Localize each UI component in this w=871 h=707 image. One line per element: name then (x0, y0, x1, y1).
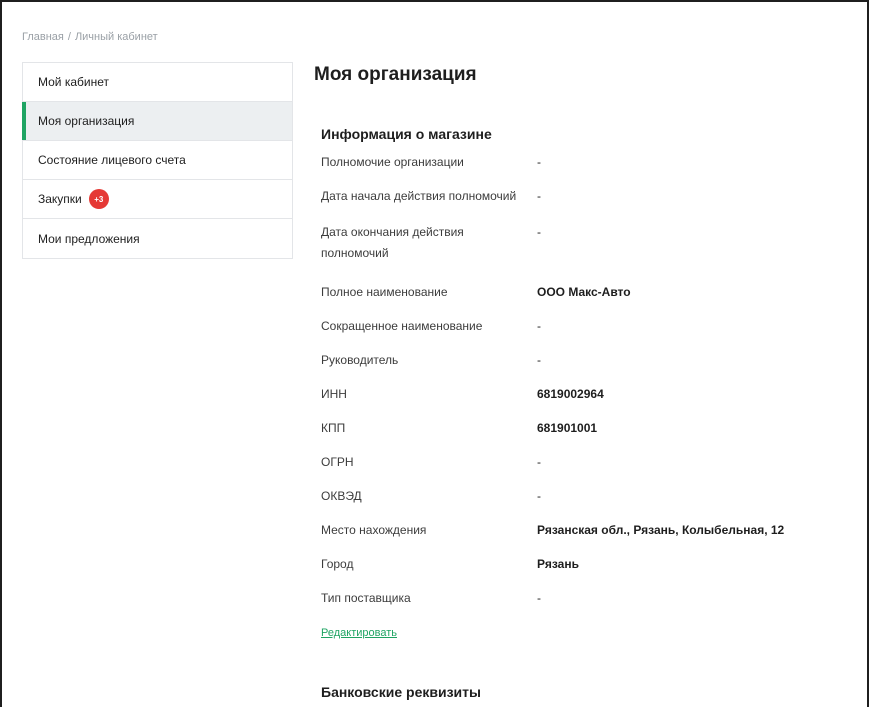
page-title: Моя организация (314, 64, 477, 85)
field-label: ОКВЭД (321, 489, 362, 503)
field-value: 681901001 (537, 421, 598, 435)
field-label: Дата начала действия полномочий (321, 189, 517, 203)
info-row: ИНН 6819002964 (321, 384, 841, 418)
field-value: - (537, 591, 541, 605)
field-value: 6819002964 (537, 387, 604, 401)
field-label: Город (321, 557, 354, 571)
sidebar-item-my-offers[interactable]: Мои предложения (23, 219, 292, 258)
info-row: КПП 681901001 (321, 418, 841, 452)
info-row: ОГРН - (321, 452, 841, 486)
store-info-list: Полномочие организации - Дата начала дей… (321, 152, 841, 622)
sidebar-item-my-cabinet[interactable]: Мой кабинет (23, 63, 292, 102)
info-row: Полное наименование ООО Макс-Авто (321, 282, 841, 316)
field-value: - (537, 489, 541, 503)
purchases-count-badge: +3 (88, 189, 109, 209)
store-info-section-title: Информация о магазине (321, 126, 492, 142)
info-row: Место нахождения Рязанская обл., Рязань,… (321, 520, 841, 554)
field-value: - (537, 189, 541, 203)
field-label: КПП (321, 421, 346, 435)
breadcrumb-home-link[interactable]: Главная (22, 31, 64, 43)
breadcrumb-separator: / (67, 31, 71, 43)
field-label: Место нахождения (321, 523, 427, 537)
sidebar-item-label: Мой кабинет (38, 75, 110, 89)
field-label: Дата окончания действия полномочий (321, 225, 464, 260)
sidebar-item-purchases[interactable]: Закупки +3 (23, 180, 292, 219)
field-label: Тип поставщика (321, 591, 411, 605)
sidebar-item-label: Состояние лицевого счета (38, 153, 186, 167)
info-row: Дата начала действия полномочий - (321, 186, 841, 220)
info-row: Дата окончания действия полномочий - (321, 220, 841, 282)
field-label: ОГРН (321, 455, 354, 469)
field-label: Руководитель (321, 353, 399, 367)
field-label: Полномочие организации (321, 155, 464, 169)
info-row: Руководитель - (321, 350, 841, 384)
field-value: Рязань (537, 557, 579, 571)
breadcrumb: Главная / Личный кабинет (22, 31, 158, 43)
info-row: Сокращенное наименование - (321, 316, 841, 350)
info-row: Тип поставщика - (321, 588, 841, 622)
field-label: Полное наименование (321, 285, 448, 299)
edit-link[interactable]: Редактировать (321, 627, 397, 639)
sidebar-menu: Мой кабинет Моя организация Состояние ли… (22, 62, 293, 259)
sidebar-item-label: Закупки (38, 192, 82, 206)
field-value: ООО Макс-Авто (537, 285, 631, 299)
field-value: - (537, 319, 541, 333)
bank-details-section-title: Банковские реквизиты (321, 684, 481, 700)
field-value: - (537, 353, 541, 367)
sidebar-item-account-status[interactable]: Состояние лицевого счета (23, 141, 292, 180)
field-value: - (537, 455, 541, 469)
breadcrumb-current: Личный кабинет (74, 31, 158, 43)
sidebar-item-label: Мои предложения (38, 231, 140, 246)
field-label: ИНН (321, 387, 347, 401)
field-value: Рязанская обл., Рязань, Колыбельная, 12 (537, 523, 785, 537)
sidebar-item-my-organization[interactable]: Моя организация (22, 102, 292, 141)
sidebar-item-label: Моя организация (38, 114, 135, 128)
field-value: - (537, 225, 541, 239)
field-value: - (537, 155, 541, 169)
field-label: Сокращенное наименование (321, 319, 483, 333)
info-row: Полномочие организации - (321, 152, 841, 186)
info-row: ОКВЭД - (321, 486, 841, 520)
info-row: Город Рязань (321, 554, 841, 588)
